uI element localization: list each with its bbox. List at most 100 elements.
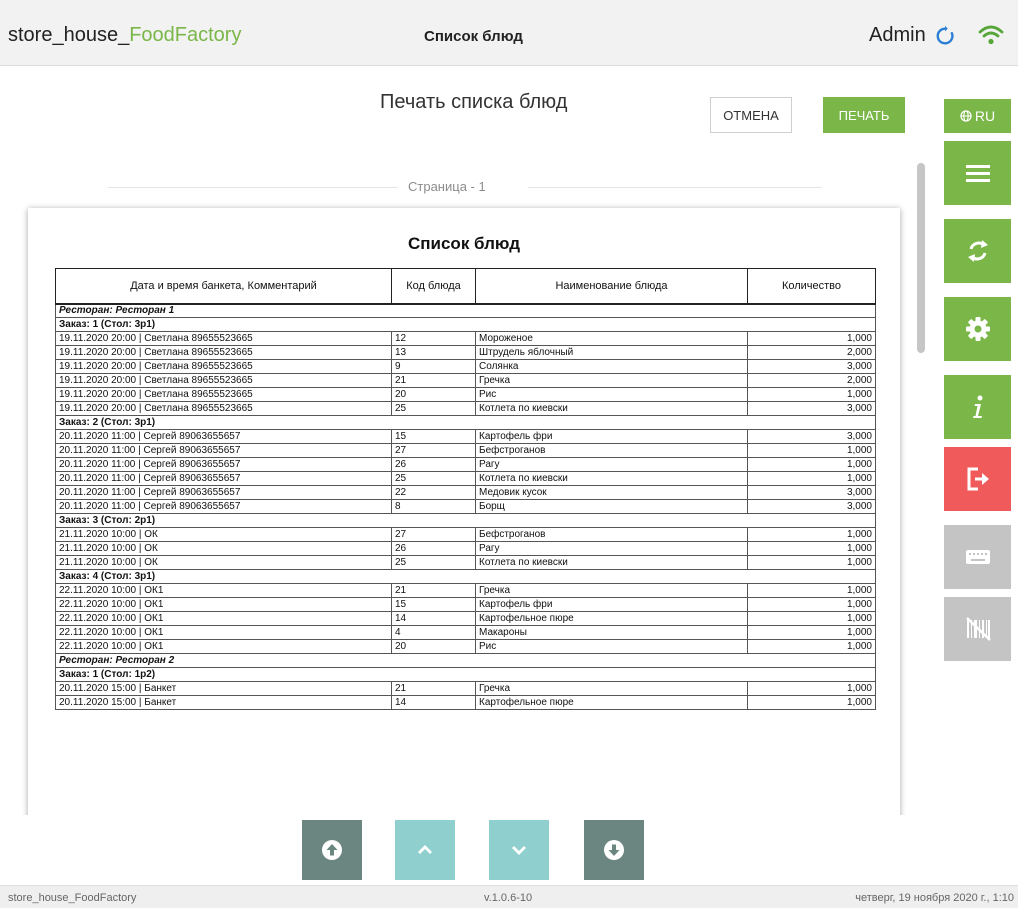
table-row: 20.11.2020 15:00 | Банкет 21 Гречка 1,000 <box>55 681 876 696</box>
dish-code-cell: 15 <box>391 429 476 444</box>
chevron-down-icon <box>512 846 526 855</box>
page-label: Страница - 1 <box>408 179 486 194</box>
settings-icon <box>966 317 990 341</box>
quantity-cell: 1,000 <box>747 471 876 486</box>
circle-arrow-down-icon <box>604 840 624 860</box>
banquet-cell: 19.11.2020 20:00 | Светлана 89655523665 <box>55 387 392 402</box>
chevron-up-icon <box>418 845 432 854</box>
banquet-cell: 22.11.2020 10:00 | ОК1 <box>55 597 392 612</box>
page-down-button[interactable] <box>489 820 549 880</box>
order-label: Заказ: 3 (Стол: 2р1) <box>55 513 876 528</box>
dish-name-cell: Котлета по киевски <box>475 401 748 416</box>
dish-code-cell: 26 <box>391 541 476 556</box>
print-page-sheet: Список блюд Дата и время банкета, Коммен… <box>28 208 900 815</box>
table-row: 19.11.2020 20:00 | Светлана 89655523665 2… <box>55 387 876 402</box>
table-header-row: Дата и время банкета, Комментарий Код бл… <box>55 268 876 305</box>
dish-code-cell: 26 <box>391 457 476 472</box>
banquet-cell: 21.11.2020 10:00 | ОК <box>55 541 392 556</box>
dish-name-cell: Картофельное пюре <box>475 695 748 710</box>
banquet-cell: 20.11.2020 15:00 | Банкет <box>55 695 392 710</box>
quantity-cell: 1,000 <box>747 639 876 654</box>
banquet-cell: 22.11.2020 10:00 | ОК1 <box>55 639 392 654</box>
order-group-row: Заказ: 2 (Стол: 3р1) <box>55 415 876 430</box>
menu-button[interactable] <box>944 141 1011 205</box>
banquet-cell: 19.11.2020 20:00 | Светлана 89655523665 <box>55 373 392 388</box>
table-row: 20.11.2020 11:00 | Сергей 89063655657 27 Б… <box>55 443 876 458</box>
dish-name-cell: Гречка <box>475 681 748 696</box>
scrollbar-thumb[interactable] <box>917 163 925 353</box>
app-title: store_house_FoodFactory <box>8 24 241 47</box>
dish-code-cell: 4 <box>391 625 476 640</box>
settings-button[interactable] <box>944 297 1011 361</box>
banquet-cell: 20.11.2020 11:00 | Сергей 89063655657 <box>55 457 392 472</box>
barcode-scanner-off-button[interactable] <box>944 597 1011 661</box>
scroll-to-top-button[interactable] <box>302 820 362 880</box>
quantity-cell: 3,000 <box>747 429 876 444</box>
dish-code-cell: 21 <box>391 583 476 598</box>
dish-name-cell: Котлета по киевски <box>475 555 748 570</box>
scroll-to-bottom-button[interactable] <box>584 820 644 880</box>
dish-code-cell: 12 <box>391 331 476 346</box>
quantity-cell: 2,000 <box>747 373 876 388</box>
table-row: 22.11.2020 10:00 | ОК1 4 Макароны 1,000 <box>55 625 876 640</box>
language-label: RU <box>974 108 996 124</box>
restaurant-row: Ресторан: Ресторан 1 <box>55 303 876 318</box>
order-group-row: Заказ: 4 (Стол: 3р1) <box>55 569 876 584</box>
dish-name-cell: Картофельное пюре <box>475 611 748 626</box>
banquet-cell: 20.11.2020 11:00 | Сергей 89063655657 <box>55 499 392 514</box>
dish-name-cell: Гречка <box>475 583 748 598</box>
dish-code-cell: 25 <box>391 471 476 486</box>
table-row: 21.11.2020 10:00 | ОК 25 Котлета по киевск… <box>55 555 876 570</box>
dish-name-cell: Рагу <box>475 457 748 472</box>
wifi-icon <box>978 25 1004 45</box>
info-icon <box>973 395 983 418</box>
print-dialog: Печать списка блюд ОТМЕНА ПЕЧАТЬ Страниц… <box>20 77 912 815</box>
dish-name-cell: Рис <box>475 639 748 654</box>
table-row: 20.11.2020 11:00 | Сергей 89063655657 8 Бо… <box>55 499 876 514</box>
banquet-cell: 20.11.2020 11:00 | Сергей 89063655657 <box>55 471 392 486</box>
print-button[interactable]: ПЕЧАТЬ <box>823 97 905 133</box>
table-body: Ресторан: Ресторан 1 Заказ: 1 (Стол: 3р1)… <box>55 303 876 710</box>
dish-code-cell: 21 <box>391 373 476 388</box>
banquet-cell: 21.11.2020 10:00 | ОК <box>55 555 392 570</box>
keyboard-icon <box>966 550 990 564</box>
restaurant-label: Ресторан: Ресторан 2 <box>55 653 876 668</box>
page-up-button[interactable] <box>395 820 455 880</box>
language-button[interactable]: RU <box>944 99 1011 133</box>
table-row: 19.11.2020 20:00 | Светлана 89655523665 2… <box>55 373 876 388</box>
quantity-cell: 1,000 <box>747 527 876 542</box>
info-button[interactable] <box>944 375 1011 439</box>
dish-code-cell: 13 <box>391 345 476 360</box>
sync-button[interactable] <box>944 219 1011 283</box>
quantity-cell: 1,000 <box>747 611 876 626</box>
quantity-cell: 1,000 <box>747 443 876 458</box>
banquet-cell: 22.11.2020 10:00 | ОК1 <box>55 611 392 626</box>
quantity-cell: 3,000 <box>747 499 876 514</box>
refresh-icon[interactable] <box>934 25 956 47</box>
table-row: 20.11.2020 11:00 | Сергей 89063655657 26 Р… <box>55 457 876 472</box>
column-header: Дата и время банкета, Комментарий <box>55 268 392 305</box>
keyboard-button[interactable] <box>944 525 1011 589</box>
table-row: 21.11.2020 10:00 | ОК 27 Бефстроганов 1,000 <box>55 527 876 542</box>
globe-icon <box>960 110 972 122</box>
user-name[interactable]: Admin <box>869 24 926 47</box>
banquet-cell: 20.11.2020 11:00 | Сергей 89063655657 <box>55 429 392 444</box>
dish-code-cell: 22 <box>391 485 476 500</box>
logout-button[interactable] <box>944 447 1011 511</box>
dish-name-cell: Бефстроганов <box>475 527 748 542</box>
quantity-cell: 1,000 <box>747 695 876 710</box>
quantity-cell: 3,000 <box>747 401 876 416</box>
dishes-table: Дата и время банкета, Комментарий Код бл… <box>55 268 876 710</box>
quantity-cell: 2,000 <box>747 345 876 360</box>
page-divider-right <box>528 187 822 188</box>
order-group-row: Заказ: 1 (Стол: 1р2) <box>55 667 876 682</box>
order-group-row: Заказ: 1 (Стол: 3р1) <box>55 317 876 332</box>
footer-version: v.1.0.6-10 <box>484 892 533 904</box>
cancel-button[interactable]: ОТМЕНА <box>710 97 792 133</box>
quantity-cell: 1,000 <box>747 387 876 402</box>
dish-name-cell: Бефстроганов <box>475 443 748 458</box>
dish-name-cell: Картофель фри <box>475 429 748 444</box>
app-title-prefix: store_house_ <box>8 24 130 46</box>
dish-code-cell: 14 <box>391 695 476 710</box>
quantity-cell: 1,000 <box>747 597 876 612</box>
